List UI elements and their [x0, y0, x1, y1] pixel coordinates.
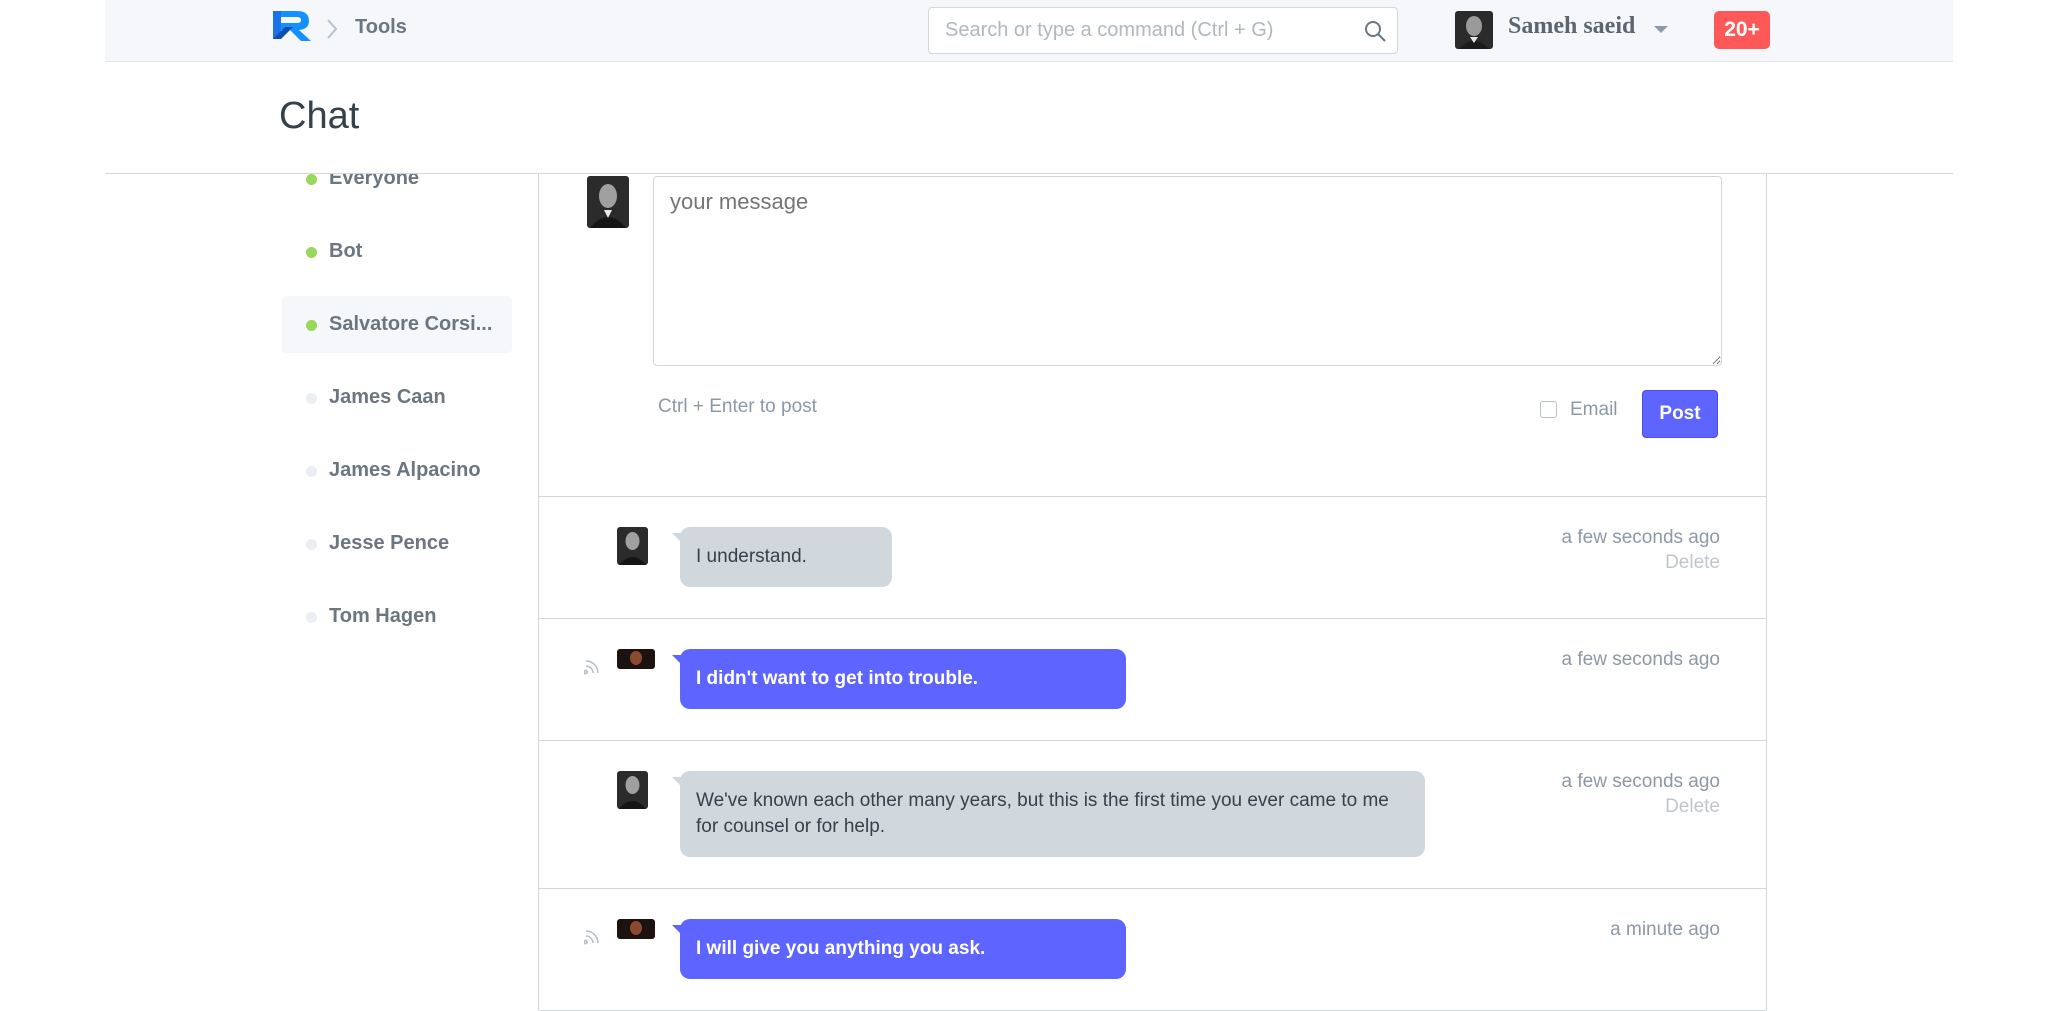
chat-panel: Ctrl + Enter to post Email Post I unders… — [538, 100, 1767, 1011]
user-avatar[interactable] — [1455, 11, 1493, 49]
sidebar-item-label: Bot — [329, 240, 363, 262]
email-checkbox[interactable] — [1540, 401, 1557, 418]
page-title: Chat — [279, 95, 360, 137]
message-textarea[interactable] — [653, 176, 1722, 366]
page-head: Chat — [105, 63, 1953, 174]
message-bubble: I will give you anything you ask. — [672, 919, 1126, 979]
message-bubble: I didn't want to get into trouble. — [672, 649, 1126, 709]
delete-message-link[interactable]: Delete — [1665, 796, 1720, 818]
sender-avatar — [617, 527, 648, 565]
breadcrumb-tools[interactable]: Tools — [355, 16, 407, 39]
rss-feed-icon — [584, 660, 599, 675]
offline-status-dot — [306, 612, 317, 623]
sidebar-item-label: Tom Hagen — [329, 605, 437, 627]
chevron-right-icon — [327, 19, 338, 39]
chat-sidebar: Everyone Bot Salvatore Corsi... James Ca… — [282, 150, 512, 661]
message-bubble: We've known each other many years, but t… — [672, 771, 1425, 857]
chat-message-row: We've known each other many years, but t… — [539, 741, 1766, 889]
sender-avatar — [617, 919, 655, 939]
sidebar-item-label: James Alpacino — [329, 459, 481, 481]
app-logo-icon[interactable] — [271, 9, 315, 43]
chat-message-row: I didn't want to get into trouble. a few… — [539, 619, 1766, 741]
offline-status-dot — [306, 539, 317, 550]
offline-status-dot — [306, 466, 317, 477]
offline-status-dot — [306, 393, 317, 404]
my-avatar — [587, 176, 629, 228]
message-text: I understand. — [696, 546, 807, 567]
sender-avatar — [617, 771, 648, 809]
email-checkbox-label[interactable]: Email — [1570, 399, 1618, 421]
sidebar-item-tom-hagen[interactable]: Tom Hagen — [282, 588, 512, 645]
sidebar-item-jesse-pence[interactable]: Jesse Pence — [282, 515, 512, 572]
rss-feed-icon — [584, 930, 599, 945]
caret-down-icon[interactable] — [1654, 26, 1668, 33]
sidebar-item-label: Salvatore Corsi... — [329, 313, 493, 335]
online-status-dot — [306, 174, 317, 185]
message-text: I didn't want to get into trouble. — [696, 668, 979, 689]
chat-message-row: I understand. a few seconds ago Delete — [539, 497, 1766, 619]
message-text: We've known each other many years, but t… — [696, 790, 1389, 837]
user-name[interactable]: Sameh saeid — [1508, 13, 1635, 40]
message-timestamp: a minute ago — [1610, 919, 1720, 940]
sidebar-item-label: Jesse Pence — [329, 532, 450, 554]
navbar: Tools Sameh saeid 20+ — [105, 0, 1953, 62]
message-bubble: I understand. — [672, 527, 892, 587]
search-box[interactable] — [928, 7, 1398, 54]
search-input[interactable] — [929, 8, 1349, 53]
message-timestamp: a few seconds ago — [1561, 649, 1720, 670]
message-text: I will give you anything you ask. — [696, 938, 986, 959]
post-shortcut-hint: Ctrl + Enter to post — [658, 396, 817, 417]
sender-avatar — [617, 649, 655, 669]
message-timestamp: a few seconds ago — [1561, 527, 1720, 548]
chat-message-row: I will give you anything you ask. a minu… — [539, 889, 1766, 1011]
delete-message-link[interactable]: Delete — [1665, 552, 1720, 574]
sidebar-item-label: James Caan — [329, 386, 446, 408]
sidebar-item-salvatore-corsi[interactable]: Salvatore Corsi... — [282, 296, 512, 353]
post-button[interactable]: Post — [1642, 390, 1718, 438]
search-icon[interactable] — [1363, 19, 1387, 43]
sidebar-item-bot[interactable]: Bot — [282, 223, 512, 280]
online-status-dot — [306, 320, 317, 331]
notification-badge[interactable]: 20+ — [1714, 11, 1770, 49]
sidebar-item-james-caan[interactable]: James Caan — [282, 369, 512, 426]
message-timestamp: a few seconds ago — [1561, 771, 1720, 792]
sidebar-item-james-alpacino[interactable]: James Alpacino — [282, 442, 512, 499]
online-status-dot — [306, 247, 317, 258]
